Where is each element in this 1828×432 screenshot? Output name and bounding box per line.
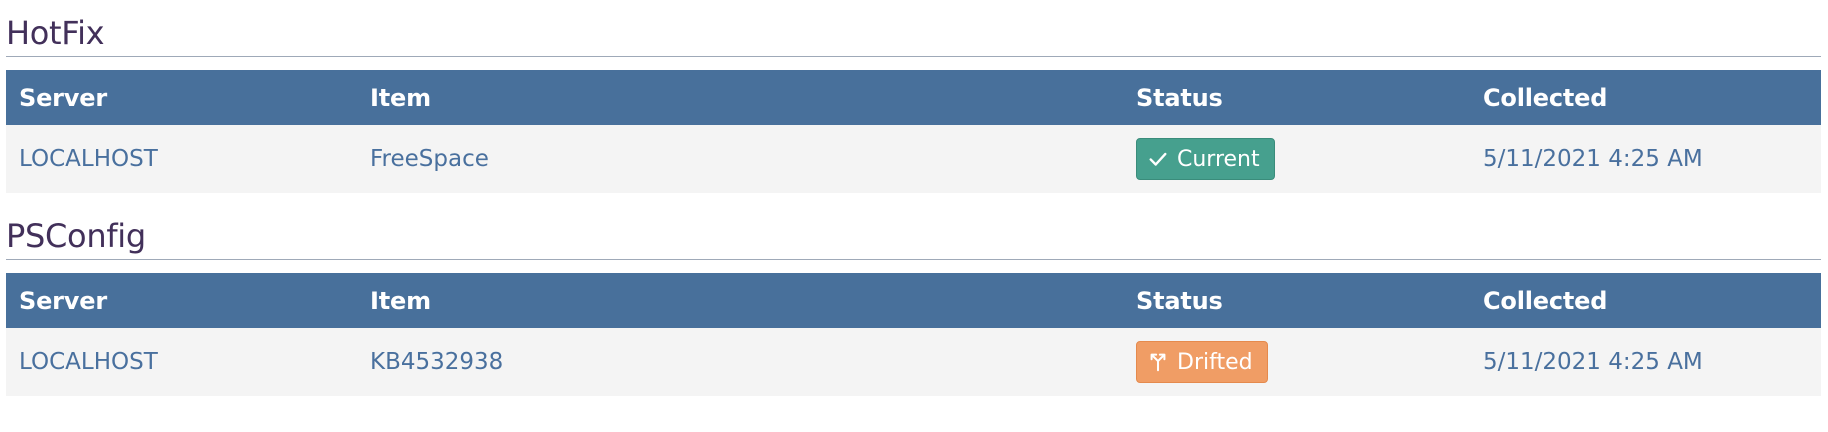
psconfig-table: Server Item Status Collected LOCALHOST K… — [6, 273, 1821, 396]
table-header-row: Server Item Status Collected — [6, 273, 1821, 328]
status-badge: Drifted — [1136, 341, 1268, 383]
section-title: PSConfig — [6, 193, 1821, 260]
cell-server: LOCALHOST — [19, 146, 158, 172]
cell-item: KB4532938 — [370, 349, 504, 375]
section-title: HotFix — [6, 0, 1821, 57]
status-badge: Current — [1136, 138, 1275, 180]
check-icon — [1147, 148, 1169, 170]
column-header-item[interactable]: Item — [357, 70, 1123, 125]
report-container: HotFix Server Item Status Collected LOCA… — [6, 0, 1821, 396]
status-badge-label: Drifted — [1177, 349, 1253, 375]
table-header-row: Server Item Status Collected — [6, 70, 1821, 125]
cell-item: FreeSpace — [370, 146, 489, 172]
column-header-collected[interactable]: Collected — [1470, 273, 1821, 328]
column-header-server[interactable]: Server — [6, 70, 357, 125]
cell-server: LOCALHOST — [19, 349, 158, 375]
column-header-status[interactable]: Status — [1123, 70, 1470, 125]
hotfix-table: Server Item Status Collected LOCALHOST F… — [6, 70, 1821, 193]
cell-collected: 5/11/2021 4:25 AM — [1483, 146, 1703, 172]
cell-status: Current — [1123, 125, 1470, 193]
cell-collected: 5/11/2021 4:25 AM — [1483, 349, 1703, 375]
section-psconfig: PSConfig Server Item Status Collected LO… — [6, 193, 1821, 396]
cell-status: Drifted — [1123, 328, 1470, 396]
column-header-status[interactable]: Status — [1123, 273, 1470, 328]
table-row: LOCALHOST FreeSpace Current 5/11/2021 4:… — [6, 125, 1821, 193]
status-badge-label: Current — [1177, 146, 1260, 172]
column-header-item[interactable]: Item — [357, 273, 1123, 328]
column-header-server[interactable]: Server — [6, 273, 357, 328]
branch-icon — [1147, 351, 1169, 373]
section-hotfix: HotFix Server Item Status Collected LOCA… — [6, 0, 1821, 193]
table-row: LOCALHOST KB4532938 Drifted 5/11/2021 4:… — [6, 328, 1821, 396]
column-header-collected[interactable]: Collected — [1470, 70, 1821, 125]
